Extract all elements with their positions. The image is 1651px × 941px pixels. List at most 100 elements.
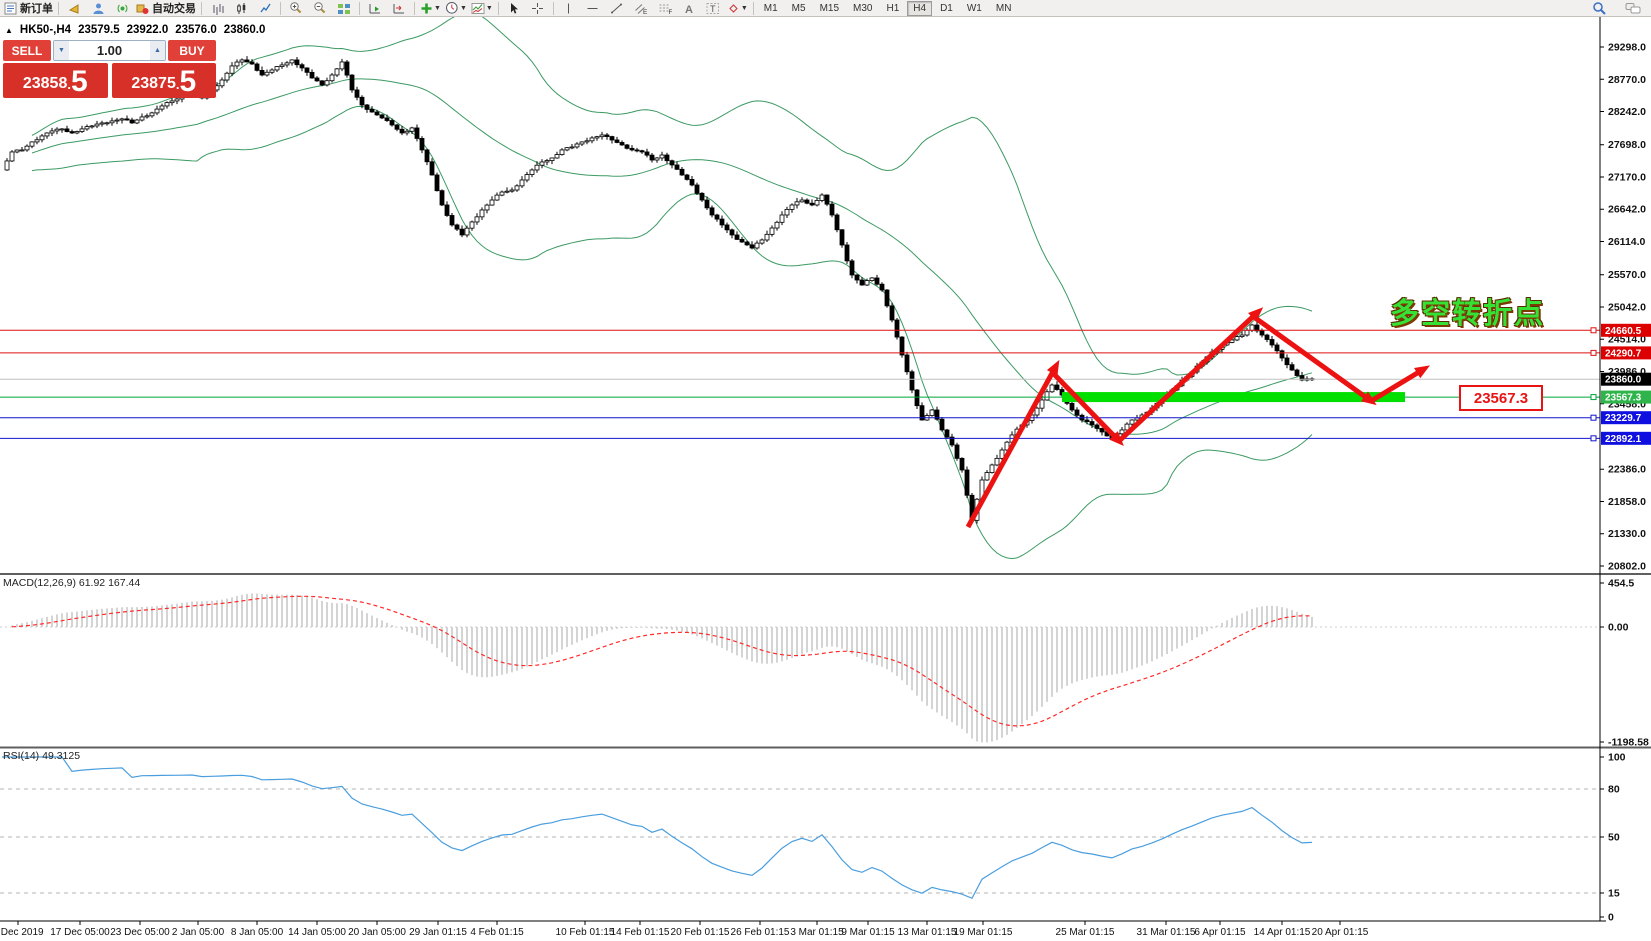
buy-button[interactable]: BUY	[168, 40, 216, 61]
line-chart-mode-icon[interactable]	[253, 1, 277, 16]
turning-point-annotation[interactable]: 多空转折点	[1390, 290, 1545, 332]
sell-button[interactable]: SELL	[3, 40, 51, 61]
candle-body	[945, 430, 949, 437]
trend-arrow[interactable]	[968, 366, 1056, 527]
level-handle[interactable]	[1591, 395, 1596, 400]
candle-body	[660, 155, 664, 158]
candle-body	[305, 68, 309, 72]
toolbar-separator	[359, 2, 360, 15]
volume-increase-button[interactable]: ▲	[150, 41, 165, 60]
sell-price[interactable]: 23858.5	[3, 63, 108, 98]
timeframe-m5-button[interactable]: M5	[786, 1, 812, 16]
support-zone-bar[interactable]	[1062, 392, 1405, 402]
timeframe-w1-button[interactable]: W1	[961, 1, 988, 16]
equidistant-channel-icon[interactable]: E	[629, 1, 653, 16]
timeframe-h1-button[interactable]: H1	[880, 1, 905, 16]
add-indicator-icon[interactable]: ▼	[418, 1, 443, 16]
time-label: 9 Mar 01:15	[841, 927, 895, 938]
level-handle[interactable]	[1591, 328, 1596, 333]
time-scale[interactable]: 1 Dec 201917 Dec 05:0023 Dec 05:002 Jan …	[0, 921, 1369, 938]
text-tool-icon[interactable]: A	[677, 1, 701, 16]
candle-body	[790, 205, 794, 209]
cursor-icon[interactable]	[502, 1, 526, 16]
macd-name: MACD(12,26,9)	[3, 577, 76, 589]
candle-body	[230, 66, 234, 73]
trend-arrow[interactable]	[1119, 312, 1258, 441]
price-tick-label: 25570.0	[1608, 269, 1646, 281]
time-label: 1 Dec 2019	[0, 927, 44, 938]
volume-input[interactable]	[69, 41, 150, 60]
timeframe-h4-button[interactable]: H4	[907, 1, 932, 16]
timeframe-m30-button[interactable]: M30	[847, 1, 878, 16]
signals-icon[interactable]	[110, 1, 134, 16]
time-label: 14 Apr 01:15	[1254, 927, 1311, 938]
candle-body	[335, 69, 339, 75]
chart-canvas[interactable]: 29298.028770.028242.027698.027170.026642…	[0, 0, 1651, 941]
zoom-out-icon[interactable]	[308, 1, 332, 16]
candlestick-mode-icon[interactable]	[229, 1, 253, 16]
price-tick-label: 29298.0	[1608, 42, 1646, 54]
tile-windows-icon[interactable]	[332, 1, 356, 16]
candle-body	[420, 138, 424, 150]
periods-clock-icon[interactable]: ▼	[443, 1, 469, 16]
price-tick-label: 28770.0	[1608, 74, 1646, 86]
candle-body	[705, 200, 709, 208]
chat-icon[interactable]	[1621, 1, 1645, 16]
trend-arrow[interactable]	[1052, 372, 1119, 441]
fibonacci-icon[interactable]: F	[653, 1, 677, 16]
buy-price[interactable]: 23875.5	[112, 63, 217, 98]
candle-body	[1085, 420, 1089, 422]
toolbar-separator	[201, 2, 202, 15]
level-handle[interactable]	[1591, 415, 1596, 420]
level-handle[interactable]	[1591, 350, 1596, 355]
trendline-tool-icon[interactable]	[605, 1, 629, 16]
candle-body	[1280, 351, 1284, 358]
bar-chart-mode-icon[interactable]	[205, 1, 229, 16]
templates-icon[interactable]: ▼	[469, 1, 495, 16]
timeframe-d1-button[interactable]: D1	[934, 1, 959, 16]
candle-body	[755, 243, 759, 248]
megaphone-icon[interactable]	[62, 1, 86, 16]
candle-body	[840, 230, 844, 245]
candle-body	[355, 90, 359, 97]
candle-body	[985, 473, 989, 480]
candle-body	[325, 81, 329, 85]
candle-body	[855, 275, 859, 280]
label-tool-icon[interactable]: T	[701, 1, 725, 16]
timeframe-m1-button[interactable]: M1	[758, 1, 784, 16]
auto-trading-button[interactable]: 自动交易	[134, 1, 198, 16]
search-icon[interactable]	[1587, 1, 1611, 16]
horizontal-line-tool-icon[interactable]	[581, 1, 605, 16]
mql5-community-icon[interactable]	[86, 1, 110, 16]
candle-body	[580, 142, 584, 144]
arrows-tool-icon[interactable]: ▼	[725, 1, 750, 16]
price-tick-label: 21858.0	[1608, 496, 1646, 508]
candle-body	[635, 150, 639, 151]
candle-body	[105, 123, 109, 124]
timeframe-mn-button[interactable]: MN	[990, 1, 1018, 16]
chart-shift-icon[interactable]	[387, 1, 411, 16]
support-price-box[interactable]: 23567.3	[1459, 385, 1543, 411]
candle-body	[535, 165, 539, 170]
timeframe-m15-button[interactable]: M15	[814, 1, 845, 16]
candle-body	[1040, 400, 1044, 408]
level-handle[interactable]	[1591, 436, 1596, 441]
rsi-tick-label: 15	[1608, 888, 1620, 900]
candle-body	[1285, 358, 1289, 365]
crosshair-icon[interactable]	[526, 1, 550, 16]
buy-price-main: 23875	[131, 72, 176, 96]
candle-body	[550, 158, 554, 161]
zoom-in-icon[interactable]	[284, 1, 308, 16]
candle-body	[1095, 425, 1099, 428]
chevron-down-icon: ▼	[460, 5, 467, 12]
level-lines[interactable]	[0, 312, 1600, 527]
new-order-button[interactable]: 新订单	[2, 1, 55, 16]
vertical-line-tool-icon[interactable]	[557, 1, 581, 16]
candle-body	[40, 136, 44, 140]
auto-scroll-icon[interactable]	[363, 1, 387, 16]
price-tick-label: 22386.0	[1608, 464, 1646, 476]
candle-body	[820, 195, 824, 200]
volume-decrease-button[interactable]: ▼	[54, 41, 69, 60]
trend-arrow[interactable]	[1254, 317, 1371, 401]
candle-body	[385, 118, 389, 121]
